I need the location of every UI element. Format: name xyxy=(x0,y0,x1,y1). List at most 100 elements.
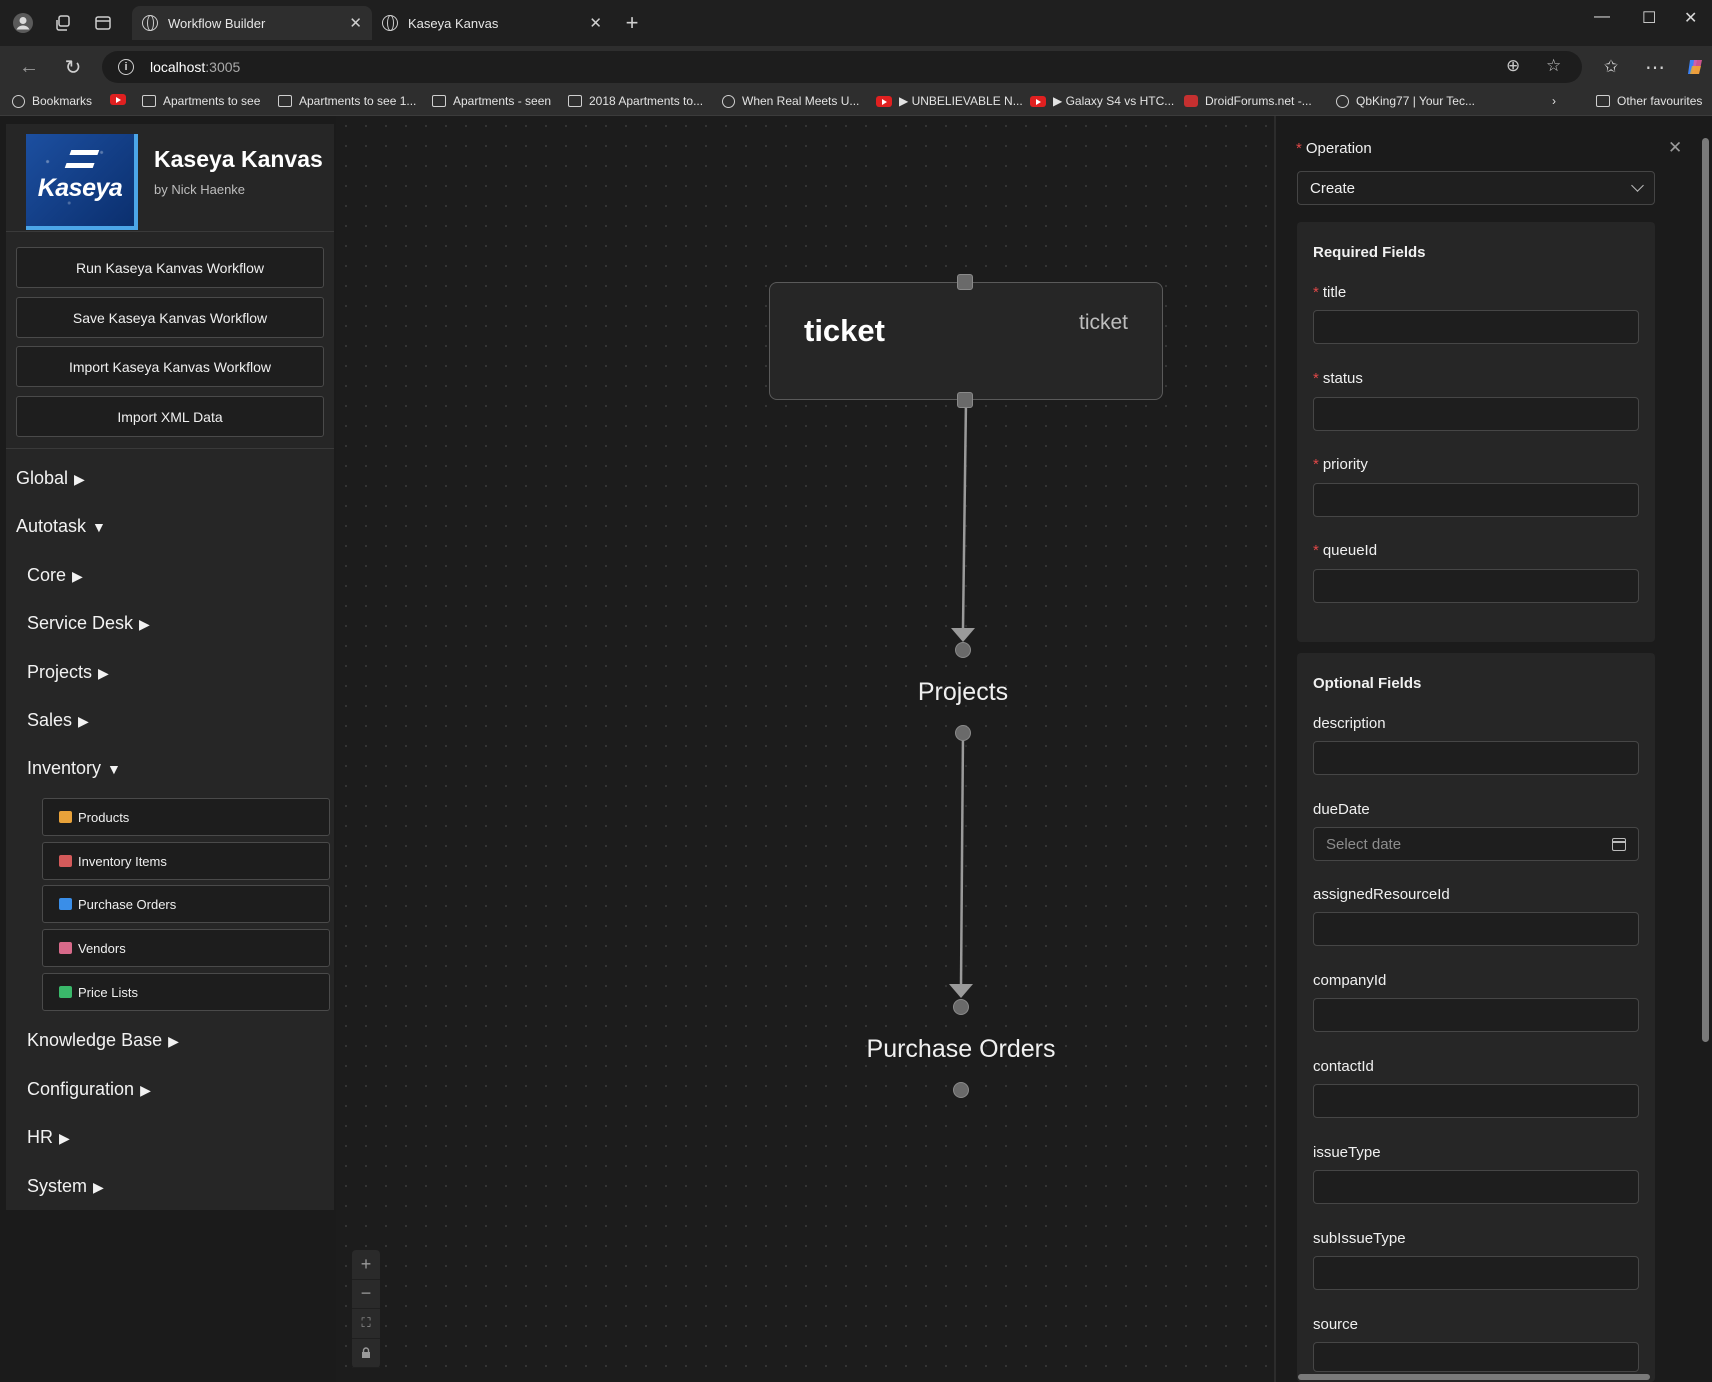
profile-icon[interactable] xyxy=(10,10,36,36)
lock-icon[interactable] xyxy=(352,1339,380,1368)
site-info-icon[interactable]: i xyxy=(118,59,134,75)
node-output-handle[interactable] xyxy=(953,1082,969,1098)
operation-select[interactable]: Create xyxy=(1297,171,1655,205)
menu-service-desk[interactable]: Service Desk ▶ xyxy=(27,613,150,634)
bookmark-item[interactable]: Apartments to see xyxy=(142,94,260,108)
workspaces-icon[interactable] xyxy=(50,10,76,36)
menu-projects[interactable]: Projects ▶ xyxy=(27,662,109,683)
tab-actions-icon[interactable] xyxy=(90,10,116,36)
duedate-picker[interactable]: Select date xyxy=(1313,827,1639,861)
priority-input[interactable] xyxy=(1313,483,1639,517)
companyid-input[interactable] xyxy=(1313,998,1639,1032)
bookmark-item[interactable]: Apartments to see 1... xyxy=(278,94,416,108)
issuetype-input[interactable] xyxy=(1313,1170,1639,1204)
bookmark-item[interactable]: ▶ UNBELIEVABLE N... xyxy=(876,94,1023,108)
contactid-input[interactable] xyxy=(1313,1084,1639,1118)
scrollbar-thumb[interactable] xyxy=(1298,1374,1650,1380)
zoom-icon[interactable]: ⊕ xyxy=(1506,56,1520,76)
node-input-handle[interactable] xyxy=(957,274,973,290)
url-bar[interactable]: i localhost:3005 ⊕ ☆ xyxy=(102,51,1582,83)
inventory-item-products[interactable]: Products xyxy=(42,798,330,836)
panel-scrollbar[interactable] xyxy=(1698,116,1712,1382)
more-options-icon[interactable]: ⋯ xyxy=(1642,54,1668,80)
source-input[interactable] xyxy=(1313,1342,1639,1372)
horizontal-scrollbar[interactable] xyxy=(1282,1372,1698,1382)
scrollbar-thumb[interactable] xyxy=(1702,138,1709,1042)
save-workflow-button[interactable]: Save Kaseya Kanvas Workflow xyxy=(16,297,324,338)
new-tab-icon[interactable]: + xyxy=(619,10,645,36)
tab-workflow-builder[interactable]: Workflow Builder ✕ xyxy=(132,6,372,40)
favorites-icon[interactable]: ✩ xyxy=(1598,54,1624,80)
field-label-issuetype: issueType xyxy=(1313,1144,1381,1161)
bookmark-item[interactable]: Apartments - seen xyxy=(432,94,551,108)
inventory-item-inventory-items[interactable]: Inventory Items xyxy=(42,842,330,880)
sub-item-label: Purchase Orders xyxy=(78,896,177,912)
close-tab-icon[interactable]: ✕ xyxy=(349,14,362,32)
fit-view-icon[interactable]: ⛶ xyxy=(352,1309,380,1339)
bookmark-label: Bookmarks xyxy=(32,94,93,108)
menu-system[interactable]: System ▶ xyxy=(27,1176,104,1197)
node-input-handle[interactable] xyxy=(953,999,969,1015)
status-input[interactable] xyxy=(1313,397,1639,431)
menu-autotask[interactable]: Autotask ▼ xyxy=(16,516,106,537)
import-workflow-button[interactable]: Import Kaseya Kanvas Workflow xyxy=(16,346,324,387)
menu-sales[interactable]: Sales ▶ xyxy=(27,710,89,731)
description-input[interactable] xyxy=(1313,741,1639,775)
zoom-out-icon[interactable]: − xyxy=(352,1280,380,1309)
optional-fields-title: Optional Fields xyxy=(1313,675,1422,692)
bookmark-item[interactable] xyxy=(110,94,133,105)
inventory-item-price-lists[interactable]: Price Lists xyxy=(42,973,330,1011)
bookmark-item[interactable]: QbKing77 | Your Tec... xyxy=(1336,94,1475,108)
properties-panel: * Operation ✕ Create Required Fields * tit… xyxy=(1276,116,1696,1382)
bookmark-item[interactable]: ▶ Galaxy S4 vs HTC... xyxy=(1030,94,1174,108)
projects-node-label[interactable]: Projects xyxy=(918,678,1008,707)
bookmark-item[interactable]: 2018 Apartments to... xyxy=(568,94,703,108)
copilot-icon[interactable] xyxy=(1682,54,1708,80)
tab-kaseya-kanvas[interactable]: Kaseya Kanvas ✕ xyxy=(372,6,612,40)
close-tab-icon[interactable]: ✕ xyxy=(589,14,602,32)
node-output-handle[interactable] xyxy=(955,725,971,741)
calendar-icon[interactable] xyxy=(1612,838,1626,851)
node-output-handle[interactable] xyxy=(957,392,973,408)
run-workflow-button[interactable]: Run Kaseya Kanvas Workflow xyxy=(16,247,324,288)
workflow-canvas[interactable]: ticket ticket Projects Purchase Orders +… xyxy=(336,116,1274,1382)
inventory-item-vendors[interactable]: Vendors xyxy=(42,929,330,967)
zoom-in-icon[interactable]: + xyxy=(352,1250,380,1280)
back-icon[interactable]: ← xyxy=(16,54,42,80)
ticket-node[interactable]: ticket ticket xyxy=(769,282,1163,400)
expand-right-icon: ▶ xyxy=(140,1082,151,1098)
menu-inventory[interactable]: Inventory ▼ xyxy=(27,758,121,779)
title-input[interactable] xyxy=(1313,310,1639,344)
subissuetype-input[interactable] xyxy=(1313,1256,1639,1290)
assignedresourceid-input[interactable] xyxy=(1313,912,1639,946)
bookmarks-overflow-icon[interactable]: › xyxy=(1552,94,1556,108)
address-toolbar: ← ↻ i localhost:3005 ⊕ ☆ ✩ ⋯ xyxy=(0,46,1712,88)
bookmark-label: Apartments to see xyxy=(163,94,261,108)
menu-hr[interactable]: HR ▶ xyxy=(27,1127,70,1148)
refresh-icon[interactable]: ↻ xyxy=(60,54,86,80)
menu-label: Global xyxy=(16,468,69,488)
folder-icon xyxy=(568,95,582,107)
bookmark-label: Apartments - seen xyxy=(453,94,552,108)
favorite-star-icon[interactable]: ☆ xyxy=(1546,56,1561,76)
close-window-icon[interactable]: ✕ xyxy=(1684,8,1697,28)
browser-tab-bar: Workflow Builder ✕ Kaseya Kanvas ✕ + — ☐… xyxy=(0,0,1712,46)
close-panel-icon[interactable]: ✕ xyxy=(1668,138,1682,158)
bookmark-item[interactable]: DroidForums.net -... xyxy=(1184,94,1312,108)
menu-core[interactable]: Core ▶ xyxy=(27,565,83,586)
bookmark-item[interactable]: Bookmarks xyxy=(12,94,92,108)
menu-global[interactable]: Global ▶ xyxy=(16,468,85,489)
queueid-input[interactable] xyxy=(1313,569,1639,603)
other-favourites[interactable]: Other favourites xyxy=(1596,94,1702,108)
bookmark-item[interactable]: When Real Meets U... xyxy=(722,94,859,108)
sub-item-label: Vendors xyxy=(78,940,126,956)
import-xml-button[interactable]: Import XML Data xyxy=(16,396,324,437)
maximize-icon[interactable]: ☐ xyxy=(1642,8,1656,28)
menu-configuration[interactable]: Configuration ▶ xyxy=(27,1079,151,1100)
node-input-handle[interactable] xyxy=(955,642,971,658)
minimize-icon[interactable]: — xyxy=(1594,8,1610,26)
menu-knowledge-base[interactable]: Knowledge Base ▶ xyxy=(27,1030,179,1051)
operation-value: Create xyxy=(1310,179,1356,197)
purchase-orders-node-label[interactable]: Purchase Orders xyxy=(867,1035,1056,1064)
inventory-item-purchase-orders[interactable]: Purchase Orders xyxy=(42,885,330,923)
